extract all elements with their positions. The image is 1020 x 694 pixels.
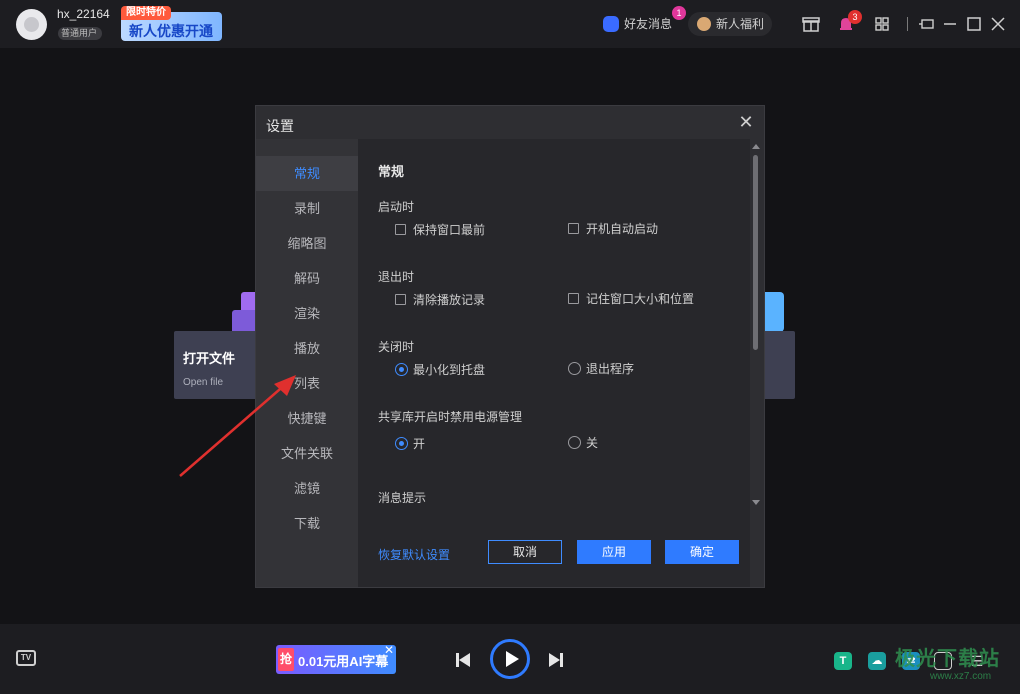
minimize-tray-label: 最小化到托盘: [413, 363, 486, 377]
nav-item-shortcuts[interactable]: 快捷键: [256, 401, 358, 436]
user-avatar[interactable]: [16, 9, 47, 40]
chat-icon: [603, 16, 619, 32]
tv-icon[interactable]: TV: [16, 650, 36, 666]
exit-program-radio[interactable]: 退出程序: [568, 361, 634, 377]
bear-icon: [697, 17, 711, 31]
maximize-icon[interactable]: [965, 15, 983, 33]
nav-item-thumbnail[interactable]: 缩略图: [256, 226, 358, 261]
nav-item-decode[interactable]: 解码: [256, 261, 358, 296]
radio-selected: [395, 363, 408, 376]
checkbox-box: [395, 224, 406, 235]
remember-window-checkbox[interactable]: 记住窗口大小和位置: [568, 291, 694, 307]
text-tool-icon[interactable]: T: [834, 652, 852, 670]
nav-item-playback[interactable]: 播放: [256, 331, 358, 366]
nav-item-download[interactable]: 下载: [256, 506, 358, 541]
power-on-label: 开: [413, 437, 426, 451]
nav-item-record[interactable]: 录制: [256, 191, 358, 226]
title-bar: hx_22164 普通用户 限时特价 新人优惠开通 好友消息 1 新人福利 3: [0, 0, 1020, 48]
scroll-down-arrow-icon[interactable]: [752, 500, 760, 505]
ai-promo-text: 0.01元用AI字幕: [298, 654, 389, 669]
exit-program-label: 退出程序: [586, 362, 635, 376]
ai-promo-tag: 抢: [278, 648, 294, 671]
close-icon[interactable]: [989, 15, 1007, 33]
section-title: 常规: [378, 164, 405, 179]
user-level-badge: 普通用户: [58, 27, 103, 40]
remember-window-label: 记住窗口大小和位置: [586, 292, 695, 306]
cloud-icon[interactable]: ☁: [868, 652, 886, 670]
nav-item-general[interactable]: 常规: [256, 156, 358, 191]
scroll-thumb[interactable]: [753, 155, 758, 350]
nav-item-filter[interactable]: 滤镜: [256, 471, 358, 506]
auto-start-checkbox[interactable]: 开机自动启动: [568, 221, 658, 237]
promo-tag: 限时特价: [121, 6, 171, 20]
radio-selected: [395, 437, 408, 450]
player-control-bar: TV 抢 0.01元用AI字幕 ✕ T ☁ ⇄ ☰ 极光下载站 www.xz7.…: [0, 624, 1020, 694]
startup-label: 启动时: [378, 200, 415, 214]
welfare-label: 新人福利: [716, 17, 765, 31]
settings-content: 常规 启动时 保持窗口最前 开机自动启动 退出时 清除播放记录 记住窗口大小和位…: [358, 139, 750, 587]
power-off-radio[interactable]: 关: [568, 435, 598, 451]
radio-unselected: [568, 362, 581, 375]
cancel-button[interactable]: 取消: [488, 540, 562, 564]
settings-nav: 常规 录制 缩略图 解码 渲染 播放 列表 快捷键 文件关联 滤镜 下载: [256, 139, 358, 587]
username[interactable]: hx_22164: [57, 7, 110, 21]
power-label: 共享库开启时禁用电源管理: [378, 410, 523, 424]
keep-on-top-label: 保持窗口最前: [413, 223, 486, 237]
promo-text: 新人优惠开通: [129, 23, 213, 39]
auto-start-label: 开机自动启动: [586, 222, 659, 236]
keep-on-top-checkbox[interactable]: 保持窗口最前: [395, 222, 485, 238]
nav-item-list[interactable]: 列表: [256, 366, 358, 401]
notification-badge: 3: [848, 10, 862, 24]
nav-item-render[interactable]: 渲染: [256, 296, 358, 331]
checkbox-box: [568, 223, 579, 234]
minimize-icon[interactable]: [941, 15, 959, 33]
vip-promo-button[interactable]: 限时特价 新人优惠开通: [121, 6, 222, 41]
friend-messages-label: 好友消息: [624, 17, 673, 31]
play-button[interactable]: [490, 639, 530, 679]
apply-button[interactable]: 应用: [577, 540, 651, 564]
dialog-title: 设置: [266, 118, 294, 134]
power-on-radio[interactable]: 开: [395, 436, 425, 452]
checkbox-box: [568, 293, 579, 304]
power-off-label: 关: [586, 436, 599, 450]
watermark-logo: 极光下载站: [895, 648, 1000, 670]
clear-history-checkbox[interactable]: 清除播放记录: [395, 292, 485, 308]
ok-button[interactable]: 确定: [665, 540, 739, 564]
close-label: 关闭时: [378, 340, 415, 354]
restore-defaults-link[interactable]: 恢复默认设置: [378, 546, 450, 563]
ai-promo-close-icon[interactable]: ✕: [384, 643, 394, 657]
open-file-title: 打开文件: [183, 351, 236, 366]
gift-icon[interactable]: [802, 15, 820, 33]
ai-subtitle-promo[interactable]: 抢 0.01元用AI字幕 ✕: [276, 643, 396, 674]
nav-item-file-association[interactable]: 文件关联: [256, 436, 358, 471]
previous-icon[interactable]: [456, 653, 470, 667]
mini-mode-icon[interactable]: [918, 15, 936, 33]
next-icon[interactable]: [549, 653, 563, 667]
friend-messages-button[interactable]: 好友消息: [603, 14, 672, 34]
scroll-up-arrow-icon[interactable]: [752, 144, 760, 149]
new-user-welfare-button[interactable]: 新人福利: [688, 12, 772, 36]
radio-unselected: [568, 436, 581, 449]
open-file-subtitle: Open file: [183, 377, 224, 388]
clear-history-label: 清除播放记录: [413, 293, 486, 307]
watermark-url: www.xz7.com: [930, 671, 992, 682]
notify-label: 消息提示: [378, 491, 427, 505]
minimize-tray-radio[interactable]: 最小化到托盘: [395, 362, 485, 378]
title-bar-separator: [907, 17, 908, 31]
exit-label: 退出时: [378, 270, 415, 284]
friend-message-badge: 1: [672, 6, 686, 20]
checkbox-box: [395, 294, 406, 305]
settings-dialog: 设置 ✕ 常规 录制 缩略图 解码 渲染 播放 列表 快捷键 文件关联 滤镜 下…: [255, 105, 765, 588]
apps-grid-icon[interactable]: [873, 15, 891, 33]
settings-scrollbar[interactable]: [750, 139, 764, 509]
dialog-close-icon[interactable]: ✕: [736, 112, 756, 132]
